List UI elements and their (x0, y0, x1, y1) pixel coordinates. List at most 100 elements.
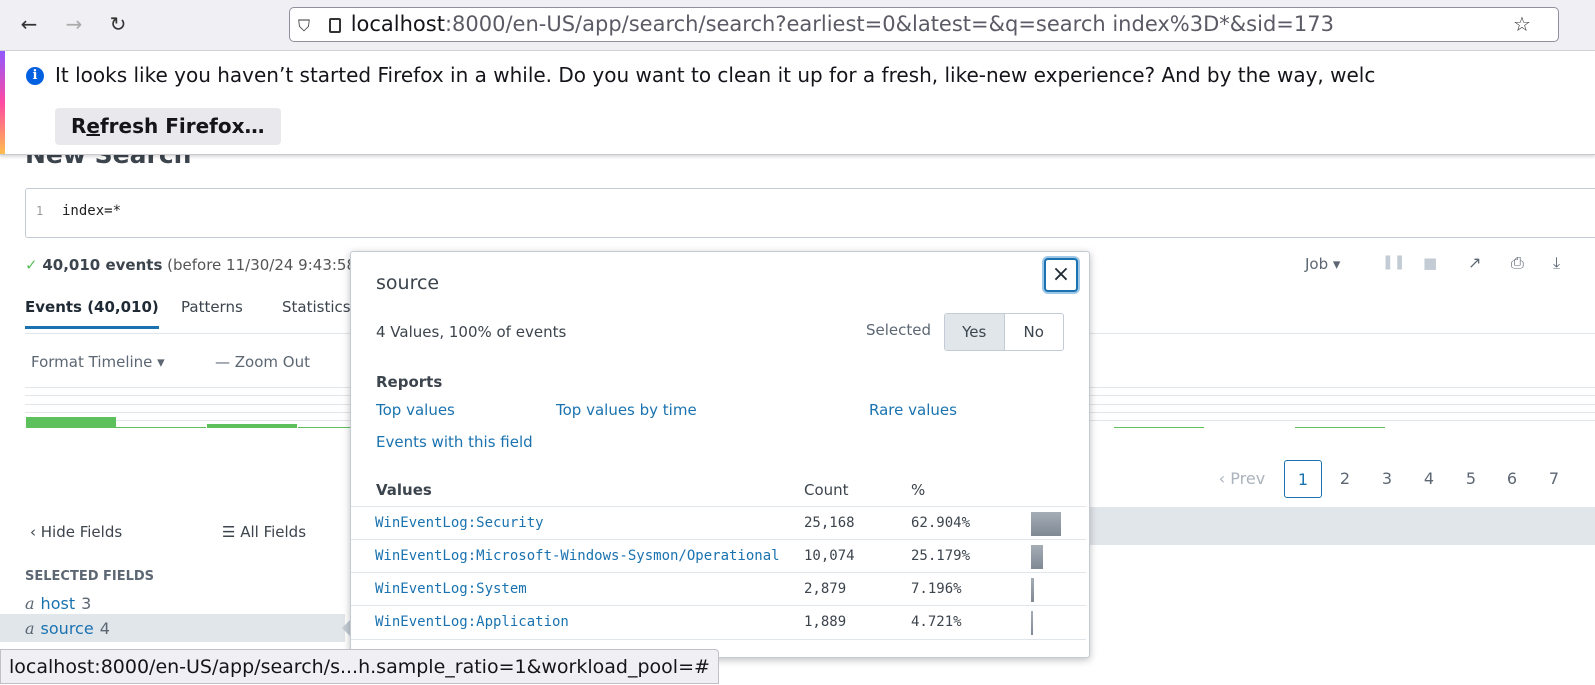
page-2-button[interactable]: 2 (1326, 460, 1364, 498)
url-host: localhost (350, 12, 445, 36)
button-label-part: R (71, 114, 87, 138)
search-query: index=* (62, 203, 122, 219)
refresh-firefox-button[interactable]: Refresh Firefox… (55, 108, 281, 145)
popup-title: source (376, 272, 440, 294)
selected-yes-button[interactable]: Yes (945, 314, 1005, 350)
tab-events[interactable]: Events (40,010) (25, 298, 159, 329)
page-1-button[interactable]: 1 (1284, 460, 1322, 498)
url-path: :8000/en-US/app/search/search?earliest=0… (444, 12, 1334, 36)
pause-icon[interactable]: ❚❚ (1382, 254, 1405, 270)
field-type: a (25, 619, 35, 638)
check-icon: ✓ (25, 256, 38, 274)
selected-no-button[interactable]: No (1005, 314, 1064, 350)
job-menu[interactable]: Job ▾ (1305, 255, 1340, 273)
selected-label: Selected (866, 321, 932, 339)
field-count: 3 (81, 594, 92, 613)
top-values-by-time-link[interactable]: Top values by time (556, 401, 697, 419)
hide-fields-button[interactable]: ‹ Hide Fields (30, 523, 122, 541)
share-icon[interactable]: ↗ (1468, 253, 1481, 272)
tab-statistics[interactable]: Statistics (282, 298, 351, 316)
timeline-bar[interactable] (1295, 427, 1385, 428)
field-summary-popup: source × 4 Values, 100% of events Select… (350, 251, 1090, 658)
tab-patterns[interactable]: Patterns (181, 298, 243, 316)
popup-arrow (342, 620, 350, 636)
info-icon: i (26, 67, 44, 85)
close-button[interactable]: × (1044, 258, 1078, 292)
timeline-bar[interactable] (1114, 427, 1204, 428)
browser-toolbar: ← → ↻ ⛉ localhost:8000/en-US/app/search/… (0, 0, 1595, 51)
events-table-header (1085, 507, 1595, 545)
field-type: a (25, 594, 35, 613)
all-fields-button[interactable]: ☰ All Fields (222, 523, 306, 541)
timeline-bar[interactable] (116, 427, 206, 428)
page-4-button[interactable]: 4 (1410, 460, 1448, 498)
prev-page-button[interactable]: ‹ Prev (1212, 460, 1272, 498)
top-values-link[interactable]: Top values (376, 401, 455, 419)
format-timeline-menu[interactable]: Format Timeline ▾ (31, 353, 165, 371)
link-status-url: localhost:8000/en-US/app/search/s...h.sa… (0, 649, 719, 684)
reload-icon[interactable]: ↻ (104, 10, 132, 38)
table-row[interactable]: WinEventLog:Microsoft-Windows-Sysmon/Ope… (351, 539, 1086, 573)
zoom-out-button[interactable]: — Zoom Out (215, 353, 310, 371)
value-link[interactable]: WinEventLog:Microsoft-Windows-Sysmon/Ope… (375, 548, 780, 564)
table-row[interactable]: WinEventLog:System 2,879 7.196% (351, 572, 1086, 606)
forward-icon[interactable]: → (60, 10, 88, 38)
value-count: 10,074 (804, 548, 855, 564)
events-with-field-link[interactable]: Events with this field (376, 433, 533, 451)
value-percent: 25.179% (911, 548, 971, 564)
line-number: 1 (36, 204, 44, 218)
field-count: 4 (99, 619, 110, 638)
field-source[interactable]: a source 4 (25, 619, 110, 638)
notification-message: It looks like you haven’t started Firefo… (55, 63, 1376, 87)
page-icon (328, 17, 341, 33)
page-6-button[interactable]: 6 (1493, 460, 1531, 498)
percent-bar (1031, 578, 1034, 602)
notification-bar: i It looks like you haven’t started Fire… (0, 51, 1595, 155)
value-percent: 62.904% (911, 515, 971, 531)
field-host[interactable]: a host 3 (25, 594, 91, 613)
event-count: 40,010 events (42, 256, 163, 274)
status-detail: (before 11/30/24 9:43:58.0 (167, 256, 371, 274)
percent-bar (1031, 545, 1043, 569)
page-3-button[interactable]: 3 (1368, 460, 1406, 498)
percent-column-header: % (911, 481, 926, 499)
page-7-button[interactable]: 7 (1535, 460, 1573, 498)
rare-values-link[interactable]: Rare values (869, 401, 957, 419)
back-icon[interactable]: ← (15, 10, 43, 38)
url-bar[interactable]: ⛉ localhost:8000/en-US/app/search/search… (289, 7, 1559, 42)
button-label-part: fresh Firefox… (99, 114, 265, 138)
value-count: 1,889 (804, 614, 847, 630)
reports-heading: Reports (376, 373, 443, 391)
print-icon[interactable]: ⎙ (1511, 253, 1524, 273)
timeline-bar[interactable] (207, 424, 297, 428)
table-row[interactable]: WinEventLog:Security 25,168 62.904% (351, 506, 1086, 540)
value-percent: 7.196% (911, 581, 962, 597)
values-column-header: Values (376, 481, 432, 499)
value-count: 25,168 (804, 515, 855, 531)
value-link[interactable]: WinEventLog:Application (375, 614, 569, 630)
popup-summary: 4 Values, 100% of events (376, 323, 567, 341)
search-input[interactable]: 1 index=* (25, 188, 1595, 238)
search-status: ✓ 40,010 events (before 11/30/24 9:43:58… (25, 256, 370, 274)
export-icon[interactable]: ⤓ (1553, 253, 1560, 273)
selected-toggle: Yes No (944, 313, 1064, 351)
notification-accent (0, 51, 5, 154)
field-name: source (40, 619, 94, 638)
page-5-button[interactable]: 5 (1452, 460, 1490, 498)
percent-bar (1031, 611, 1033, 635)
percent-bar (1031, 512, 1061, 536)
field-name: host (40, 594, 76, 613)
value-count: 2,879 (804, 581, 847, 597)
timeline-bar[interactable] (26, 417, 116, 428)
count-column-header: Count (804, 481, 849, 499)
access-key: e (86, 114, 100, 138)
bookmark-star-icon[interactable]: ☆ (1508, 10, 1536, 38)
stop-icon[interactable]: ■ (1423, 254, 1437, 272)
table-row[interactable]: WinEventLog:Application 1,889 4.721% (351, 605, 1086, 640)
value-link[interactable]: WinEventLog:System (375, 581, 527, 597)
timeline-bar[interactable] (298, 427, 350, 428)
selected-fields-heading: SELECTED FIELDS (25, 569, 155, 584)
value-percent: 4.721% (911, 614, 962, 630)
value-link[interactable]: WinEventLog:Security (375, 515, 544, 531)
shield-icon: ⛉ (298, 16, 311, 35)
